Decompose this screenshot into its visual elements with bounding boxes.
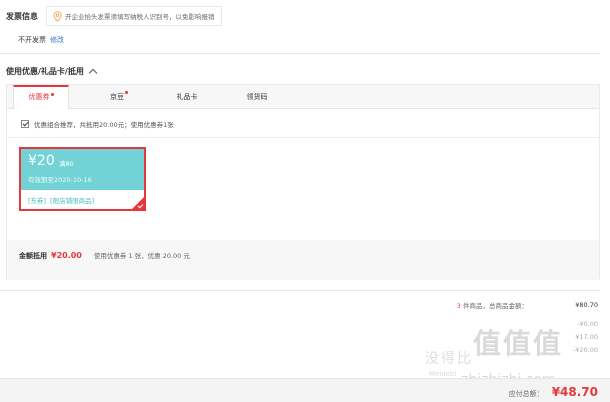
item-count: 3 <box>456 301 461 310</box>
location-pin-icon <box>53 10 62 22</box>
invoice-edit-link[interactable]: 修改 <box>50 36 64 44</box>
total-amount: ¥48.70 <box>551 385 598 399</box>
notification-dot-icon <box>125 91 128 94</box>
tab-gift-card[interactable]: 礼品卡 <box>159 85 215 109</box>
invoice-header: 发票信息 开企业抬头发票须填写纳税人识别号，以免影响报销 <box>6 6 222 26</box>
combo-text: 优惠组合推荐，共抵用20.00元；使用优惠券1张 <box>34 121 174 129</box>
discount-detail: 使用优惠券 1 张，优惠 20.00 元 <box>93 252 190 260</box>
summary-label-text: 件商品，总商品金额： <box>463 301 528 310</box>
total-payable: 应付总额： ¥48.70 <box>509 385 598 399</box>
invoice-status-line: 不开发票 修改 <box>18 35 64 45</box>
tab-label: 礼品卡 <box>176 93 198 101</box>
coupon-section-toggle[interactable]: 使用优惠/礼品卡/抵用 <box>6 66 98 78</box>
divider <box>0 290 600 291</box>
summary-value: ¥80.70 <box>575 300 598 309</box>
invoice-tip: 开企业抬头发票须填写纳税人识别号，以免影响报销 <box>46 6 222 26</box>
summary-row-items: 3 件商品，总商品金额： ¥80.70 <box>398 298 598 311</box>
total-bar: 应付总额： ¥48.70 <box>0 378 610 402</box>
coupon-condition: 满80 <box>59 160 74 168</box>
order-summary: 3 件商品，总商品金额： ¥80.70 -¥0.00 ¥17.00 -¥20.0… <box>398 298 598 356</box>
coupon-tabs: 优惠券 京豆 礼品卡 领货码 <box>7 85 599 110</box>
coupon-tab-body: 优惠组合推荐，共抵用20.00元；使用优惠券1张 ¥20 满80 有效期至202… <box>7 109 599 240</box>
invoice-status: 不开发票 <box>18 36 46 44</box>
combo-recommend-row[interactable]: 优惠组合推荐，共抵用20.00元；使用优惠券1张 <box>21 119 174 129</box>
coupon-tag: [限店铺限商品] <box>50 197 95 205</box>
discount-summary: 金额抵用 ¥20.00 使用优惠券 1 张，优惠 20.00 元 <box>19 250 190 261</box>
tab-label: 领货码 <box>246 93 268 101</box>
tab-coupons[interactable]: 优惠券 <box>13 85 69 110</box>
summary-row: -¥0.00 <box>398 317 598 330</box>
coupon-card-top: ¥20 满80 有效期至2020-10-16 <box>21 149 144 190</box>
coupon-panel: 优惠券 京豆 礼品卡 领货码 优惠组合推荐，共抵用20.00元；使用优惠券1张 … <box>6 84 600 280</box>
discount-label: 金额抵用 <box>19 252 47 260</box>
coupon-card[interactable]: ¥20 满80 有效期至2020-10-16 [东券] [限店铺限商品] <box>19 147 146 211</box>
invoice-title: 发票信息 <box>6 11 38 21</box>
coupon-amount: ¥20 <box>28 153 55 169</box>
chevron-up-icon <box>88 68 98 78</box>
tab-label: 优惠券 <box>28 93 50 101</box>
invoice-tip-text: 开企业抬头发票须填写纳税人识别号，以免影响报销 <box>65 13 215 21</box>
total-label: 应付总额： <box>508 390 544 398</box>
tab-redeem-code[interactable]: 领货码 <box>229 85 285 109</box>
coupon-expiry: 有效期至2020-10-16 <box>28 176 92 184</box>
coupon-section-title: 使用优惠/礼品卡/抵用 <box>6 67 84 76</box>
discount-amount: ¥20.00 <box>51 251 82 260</box>
coupon-tag: [东券] <box>28 197 47 205</box>
watermark-text: Meidebi <box>429 370 457 378</box>
discount-summary-bar: 金额抵用 ¥20.00 使用优惠券 1 张，优惠 20.00 元 <box>7 240 599 280</box>
summary-row: ¥17.00 <box>398 330 598 343</box>
combo-checkbox[interactable] <box>21 120 29 128</box>
tab-jingdou[interactable]: 京豆 <box>91 85 147 109</box>
summary-value: -¥0.00 <box>577 319 598 328</box>
divider <box>0 53 600 54</box>
summary-row: -¥20.00 <box>398 343 598 356</box>
summary-value: -¥20.00 <box>572 345 598 354</box>
summary-label: 3 件商品，总商品金额： <box>457 300 528 310</box>
summary-value: ¥17.00 <box>575 332 598 341</box>
divider <box>7 137 599 138</box>
tab-label: 京豆 <box>110 93 124 101</box>
notification-dot-icon <box>50 93 54 96</box>
coupon-tags: [东券] [限店铺限商品] <box>28 195 98 205</box>
